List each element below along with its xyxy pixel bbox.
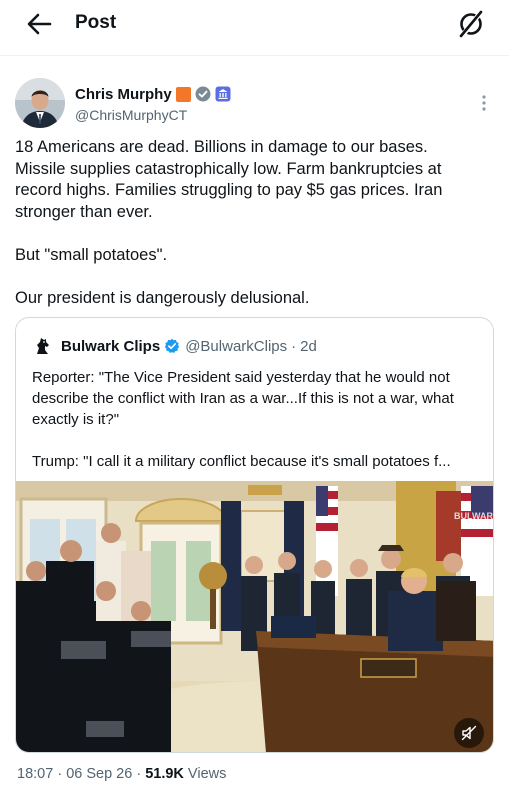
tweet-line: Our president is dangerously delusional. <box>15 288 310 307</box>
quoted-post-text: Reporter: "The Vice President said yeste… <box>32 367 482 472</box>
views-label: Views <box>183 766 227 782</box>
video-watermark: BULWARK <box>454 511 494 521</box>
verified-badge-icon <box>165 338 180 353</box>
author-name[interactable]: Chris Murphy <box>75 86 172 103</box>
page-title: Post <box>75 12 117 33</box>
quoted-post-header: Bulwark Clips @BulwarkClips · 2d <box>33 336 317 356</box>
quoted-author-handle: @BulwarkClips <box>185 337 288 355</box>
separator-dot: · <box>291 337 297 355</box>
views-count[interactable]: 51.9K <box>145 766 184 782</box>
tweet-line: 18 Americans are dead. Billions in damag… <box>15 138 428 156</box>
post-time: 18:07 <box>17 766 54 782</box>
avatar[interactable] <box>15 78 65 128</box>
bulwark-logo-icon <box>37 338 49 354</box>
quoted-author-name: Bulwark Clips <box>61 337 161 355</box>
tweet-line: stronger than ever. <box>15 202 153 221</box>
tweet-text: 18 Americans are dead. Billions in damag… <box>15 137 495 309</box>
author-name-row: Chris Murphy <box>75 84 231 104</box>
speaker-muted-icon <box>461 725 477 741</box>
tweet-line: But "small potatoes". <box>15 245 168 264</box>
government-label-icon <box>215 86 231 102</box>
post-date: 06 Sep 26 <box>66 766 133 782</box>
tweet-line: record highs. Families struggling to pay… <box>15 181 443 199</box>
author-handle[interactable]: @ChrisMurphyCT <box>75 107 187 123</box>
quoted-line: describe the conflict with Iran as a war… <box>32 390 454 407</box>
video-thumbnail[interactable]: BULWARK <box>16 481 494 752</box>
quoted-post[interactable]: Bulwark Clips @BulwarkClips · 2d Reporte… <box>15 317 494 753</box>
back-arrow-icon[interactable] <box>26 12 52 36</box>
grok-icon[interactable] <box>456 9 486 39</box>
post-metadata: 18:07 · 06 Sep 26 · 51.9K Views <box>17 766 226 782</box>
verified-badge-icon <box>195 86 211 102</box>
tweet-line: Missile supplies catastrophically low. F… <box>15 159 442 178</box>
quoted-line: Trump: "I call it a military conflict be… <box>32 453 451 470</box>
quoted-line: exactly is it?" <box>32 411 120 428</box>
quoted-post-age: 2d <box>300 337 317 355</box>
avatar-photo <box>15 78 65 128</box>
separator-dot: · <box>132 766 146 782</box>
top-bar: Post <box>0 0 509 50</box>
oval-office-scene: BULWARK <box>16 481 494 752</box>
quoted-line: Reporter: "The Vice President said yeste… <box>32 369 450 386</box>
separator-dot: · <box>53 766 67 782</box>
more-vertical-icon[interactable] <box>478 93 490 113</box>
top-divider <box>0 55 509 56</box>
mute-button[interactable] <box>454 718 484 748</box>
orange-square-emoji <box>175 86 191 102</box>
